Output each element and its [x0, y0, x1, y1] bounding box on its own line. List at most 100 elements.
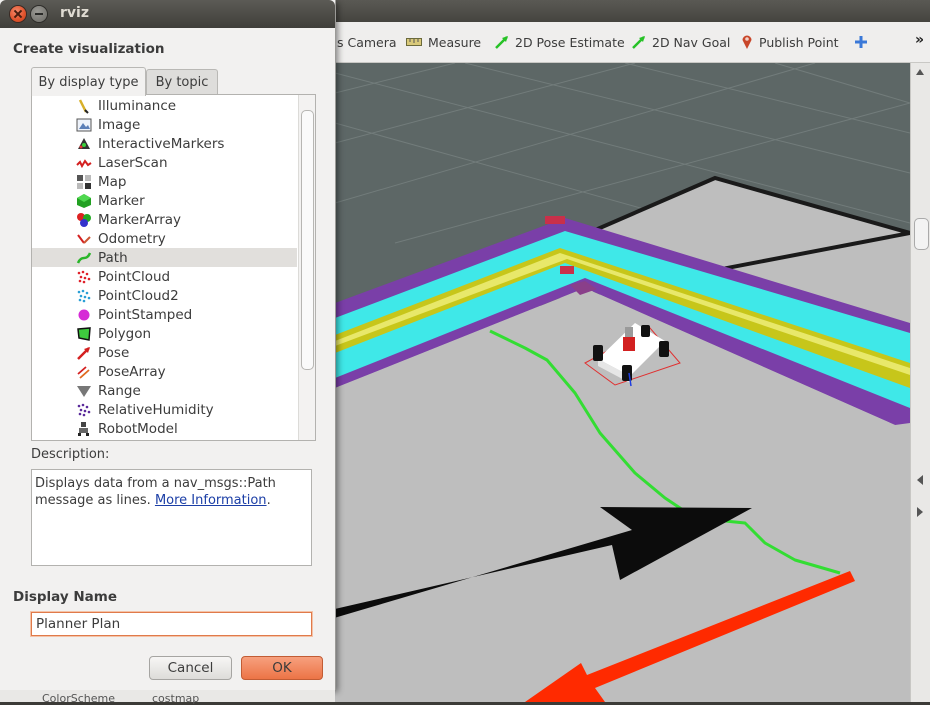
list-item-label: Odometry	[98, 230, 166, 247]
create-visualization-dialog: rviz Create visualization By display typ…	[0, 0, 336, 690]
tab-label: By display type	[38, 74, 139, 90]
publish-point-tool-label: Publish Point	[759, 34, 839, 50]
add-tool-button[interactable]	[854, 33, 868, 51]
chevron-left-icon[interactable]	[917, 475, 923, 485]
relative-humidity-icon	[77, 403, 91, 416]
list-item-label: RelativeHumidity	[98, 401, 214, 418]
list-item-label: Image	[98, 116, 141, 133]
dialog-titlebar: rviz	[0, 0, 335, 28]
list-item-label: PoseArray	[98, 363, 166, 380]
publish-point-tool[interactable]: Publish Point	[741, 33, 839, 51]
map-icon	[77, 174, 91, 189]
marker-icon	[77, 193, 91, 208]
camera-tool[interactable]: s Camera	[337, 33, 397, 51]
ok-button[interactable]: OK	[241, 656, 323, 680]
list-item-label: InteractiveMarkers	[98, 135, 225, 152]
posearray-icon	[77, 365, 90, 379]
pointstamped-icon	[78, 309, 90, 320]
image-icon	[76, 118, 92, 131]
pointcloud2-icon	[77, 289, 91, 302]
list-item-label: LaserScan	[98, 154, 168, 171]
measure-tool[interactable]: Measure	[406, 33, 481, 51]
list-item-image[interactable]: Image	[32, 115, 297, 134]
list-item-pose[interactable]: Pose	[32, 343, 297, 362]
pose-estimate-tool[interactable]: 2D Pose Estimate	[495, 33, 625, 51]
3d-viewport[interactable]	[335, 63, 910, 702]
list-item-interactive-markers[interactable]: InteractiveMarkers	[32, 134, 297, 153]
ok-button-label: OK	[272, 660, 292, 676]
pose-estimate-icon	[495, 36, 508, 49]
list-item-posearray[interactable]: PoseArray	[32, 362, 297, 381]
list-item-label: MarkerArray	[98, 211, 182, 228]
description-end: .	[266, 493, 271, 508]
pointcloud-icon	[77, 270, 91, 283]
nav-goal-tool[interactable]: 2D Nav Goal	[632, 33, 730, 51]
list-scrollbar-thumb[interactable]	[301, 110, 314, 370]
list-item-label: Range	[98, 382, 141, 399]
marker-array-icon	[77, 212, 91, 227]
nav-goal-icon	[632, 36, 645, 49]
list-item-label: Pose	[98, 344, 130, 361]
chevron-right-icon[interactable]	[917, 507, 923, 517]
list-item-range[interactable]: Range	[32, 381, 297, 400]
close-icon[interactable]	[10, 6, 26, 22]
list-item-laserscan[interactable]: LaserScan	[32, 153, 297, 172]
list-item-robotmodel[interactable]: RobotModel	[32, 419, 297, 438]
cancel-button[interactable]: Cancel	[149, 656, 232, 680]
minimize-icon[interactable]	[31, 6, 47, 22]
list-item-polygon[interactable]: Polygon	[32, 324, 297, 343]
odometry-icon	[77, 233, 91, 244]
scrollbar-thumb[interactable]	[914, 218, 929, 250]
list-item-label: PointCloud2	[98, 287, 179, 304]
tab-by-topic[interactable]: By topic	[146, 69, 218, 95]
list-item-odometry[interactable]: Odometry	[32, 229, 297, 248]
display-name-label: Display Name	[13, 589, 117, 605]
description-label: Description:	[31, 447, 110, 462]
chevron-up-icon[interactable]	[915, 67, 925, 77]
list-item-pointcloud2[interactable]: PointCloud2	[32, 286, 297, 305]
list-item-pointcloud[interactable]: PointCloud	[32, 267, 297, 286]
nav-goal-tool-label: 2D Nav Goal	[652, 34, 731, 50]
list-item-label: RobotModel	[98, 420, 178, 437]
description-box: Displays data from a nav_msgs::Path mess…	[31, 469, 312, 566]
laserscan-icon	[76, 158, 92, 168]
list-item-label: Map	[98, 173, 127, 190]
list-item-label: PointCloud	[98, 268, 171, 285]
list-scrollbar[interactable]	[298, 95, 315, 440]
display-type-list[interactable]: Illuminance Image InteractiveMarkers Las…	[31, 94, 316, 441]
plus-icon	[855, 36, 867, 48]
list-item-label: PointStamped	[98, 306, 193, 323]
tab-by-display-type[interactable]: By display type	[31, 67, 146, 96]
tab-label: By topic	[155, 75, 209, 90]
camera-tool-label: s Camera	[337, 34, 397, 50]
viewport-side-scrollbar[interactable]	[910, 63, 930, 702]
display-name-input[interactable]	[31, 612, 312, 636]
path-icon	[76, 251, 92, 264]
list-item-label: Marker	[98, 192, 145, 209]
illuminance-icon	[78, 98, 89, 114]
range-icon	[77, 385, 91, 397]
toolbar-overflow-button[interactable]: »	[915, 32, 924, 48]
list-item-markerarray[interactable]: MarkerArray	[32, 210, 297, 229]
list-item-map[interactable]: Map	[32, 172, 297, 191]
ruler-icon	[406, 38, 422, 46]
list-item-label: Polygon	[98, 325, 152, 342]
dialog-title: rviz	[60, 5, 89, 21]
pose-estimate-tool-label: 2D Pose Estimate	[515, 34, 625, 50]
property-name: ColorScheme	[42, 692, 115, 705]
list-item-marker[interactable]: Marker	[32, 191, 297, 210]
pose-icon	[77, 346, 90, 360]
polygon-icon	[77, 326, 91, 341]
properties-strip: ColorScheme costmap	[0, 690, 335, 705]
list-item-relative-humidity[interactable]: RelativeHumidity	[32, 400, 297, 419]
interactive-markers-icon	[78, 137, 90, 149]
list-item-path[interactable]: Path	[32, 248, 297, 267]
map-pin-icon	[742, 35, 752, 49]
list-item-illuminance[interactable]: Illuminance	[32, 96, 297, 115]
cancel-button-label: Cancel	[167, 660, 214, 676]
create-visualization-heading: Create visualization	[13, 41, 165, 57]
list-item-pointstamped[interactable]: PointStamped	[32, 305, 297, 324]
more-information-link[interactable]: More Information	[155, 493, 267, 508]
property-value[interactable]: costmap	[152, 692, 199, 705]
scene-render	[335, 63, 910, 702]
